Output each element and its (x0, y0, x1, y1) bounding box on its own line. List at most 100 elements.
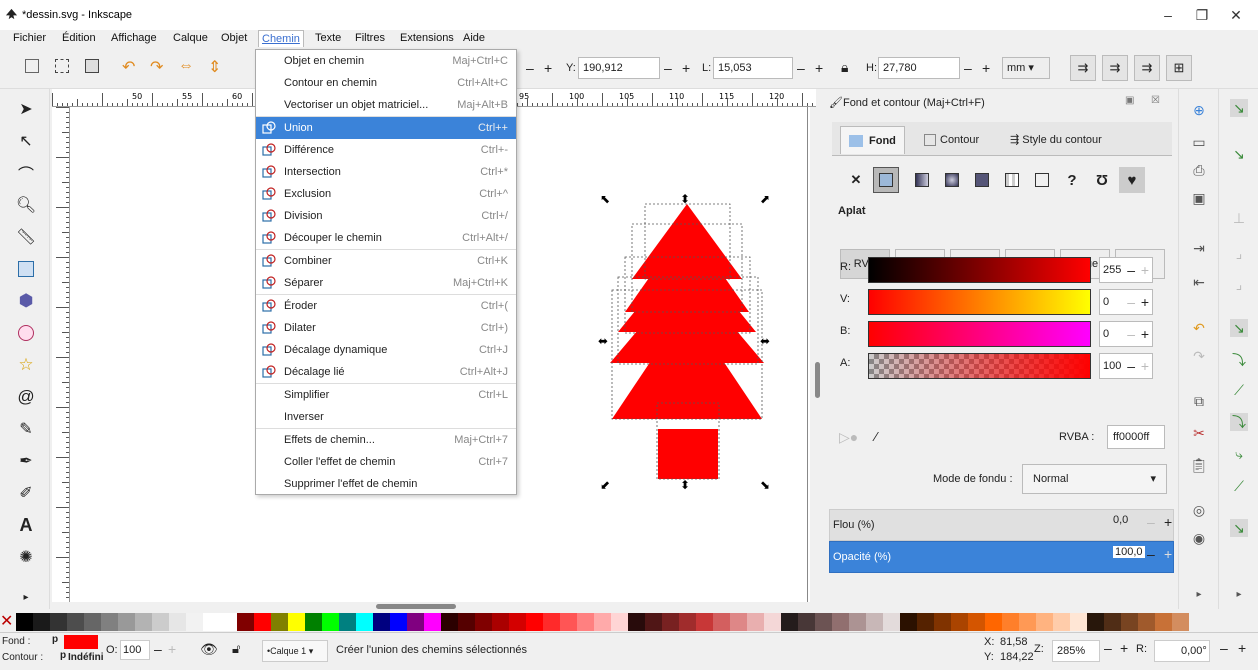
menu-affichage[interactable]: Affichage (111, 32, 157, 44)
flip-horizontal-icon[interactable]: ⇔ (178, 57, 194, 75)
minimize-button[interactable]: – (1158, 6, 1178, 24)
opacity-row[interactable]: Opacité (%) 100,0 – + (829, 541, 1174, 573)
green-slider[interactable] (868, 289, 1091, 315)
status-opacity-plus-button[interactable]: + (168, 641, 176, 657)
height-field[interactable]: 27,780 (878, 57, 960, 79)
open-icon[interactable]: ▭ (1190, 133, 1208, 151)
import-icon[interactable]: ⇥ (1190, 239, 1208, 257)
palette-swatch[interactable] (764, 613, 781, 631)
zoom-plus-button[interactable]: + (1120, 640, 1128, 656)
status-opacity-minus-button[interactable]: – (154, 641, 162, 657)
close-button[interactable]: ✕ (1226, 6, 1246, 24)
palette-swatch[interactable] (781, 613, 798, 631)
palette-swatch[interactable] (50, 613, 67, 631)
snap-bbox-icon[interactable]: ↘ (1230, 145, 1248, 163)
height-plus-button[interactable]: + (982, 57, 990, 79)
vertical-scroll-thumb[interactable] (815, 362, 820, 398)
swatch-icon[interactable] (1029, 167, 1055, 193)
palette-swatch[interactable] (441, 613, 458, 631)
path-menu-item[interactable]: Division Ctrl+/ (256, 205, 516, 227)
unset-paint-icon[interactable]: ? (1059, 167, 1085, 193)
palette-swatch[interactable] (560, 613, 577, 631)
mesh-gradient-icon[interactable] (969, 167, 995, 193)
y-field[interactable]: 190,912 (578, 57, 660, 79)
palette-swatch[interactable] (645, 613, 662, 631)
zoom-selection-icon[interactable]: ◎ (1190, 501, 1208, 519)
width-field[interactable]: 15,053 (713, 57, 793, 79)
toggle-visibility-icon[interactable]: 👁︎ (200, 641, 218, 658)
palette-swatch[interactable] (1019, 613, 1036, 631)
alpha-plus-button[interactable]: + (1141, 354, 1149, 378)
palette-swatch[interactable] (832, 613, 849, 631)
snap-bbox-edges-icon[interactable]: ⊥ (1230, 209, 1248, 227)
palette-swatch[interactable] (611, 613, 628, 631)
menu-aide[interactable]: Aide (463, 32, 485, 44)
calligraphy-tool-icon[interactable]: ✐ (14, 481, 38, 505)
palette-swatch[interactable] (101, 613, 118, 631)
more-tools-chevron-icon[interactable]: ▸ (14, 585, 38, 609)
menu-fichier[interactable]: Fichier (13, 32, 46, 44)
handle-top-right[interactable]: ⬈ (760, 192, 770, 206)
path-menu-item[interactable]: Séparer Maj+Ctrl+K (256, 272, 516, 294)
zoom-drawing-icon[interactable]: ◉ (1190, 529, 1208, 547)
rotate-cw-icon[interactable]: ↷ (150, 57, 163, 77)
lock-ratio-icon[interactable]: 🔒︎ (841, 59, 848, 76)
palette-swatch[interactable] (305, 613, 322, 631)
palette-swatch[interactable] (322, 613, 339, 631)
width-plus-button[interactable]: + (815, 57, 823, 79)
palette-swatch[interactable] (288, 613, 305, 631)
palette-swatch[interactable] (543, 613, 560, 631)
opacity-minus-button[interactable]: – (1147, 546, 1155, 562)
palette-swatch[interactable] (934, 613, 951, 631)
red-minus-button[interactable]: – (1127, 258, 1135, 282)
palette-swatch[interactable] (339, 613, 356, 631)
handle-top[interactable]: ⬍ (680, 192, 690, 206)
palette-swatch[interactable] (526, 613, 543, 631)
palette-swatch[interactable] (747, 613, 764, 631)
palette-swatch[interactable] (594, 613, 611, 631)
palette-swatch[interactable] (67, 613, 84, 631)
flip-vertical-icon[interactable]: ⇕ (208, 57, 221, 77)
new-document-icon[interactable]: ⊕ (1190, 101, 1208, 119)
scale-corners-icon[interactable]: ⇉ (1102, 55, 1128, 81)
path-menu-item[interactable]: Simplifier Ctrl+L (256, 384, 516, 406)
toggle-lock-icon[interactable]: 🔓︎ (232, 641, 240, 657)
palette-swatch[interactable] (1053, 613, 1070, 631)
zoom-minus-button[interactable]: – (1104, 640, 1112, 656)
tab-contour[interactable]: Contour (916, 126, 987, 154)
green-plus-button[interactable]: + (1141, 290, 1149, 314)
opacity-value[interactable]: 100,0 (1113, 546, 1145, 558)
fill-rule-evenodd-icon[interactable]: Ʊ (1089, 167, 1115, 193)
path-menu-item[interactable]: Combiner Ctrl+K (256, 250, 516, 272)
paste-icon[interactable]: 📋︎ (1190, 456, 1208, 474)
palette-swatch[interactable] (271, 613, 288, 631)
tab-style-contour[interactable]: ⇶ Style du contour (1002, 126, 1110, 154)
palette-swatch[interactable] (1087, 613, 1104, 631)
snap-smooth-nodes-icon[interactable]: ⤷ (1230, 445, 1248, 463)
palette-swatch[interactable] (968, 613, 985, 631)
blur-plus-button[interactable]: + (1164, 514, 1172, 530)
palette-swatch[interactable] (407, 613, 424, 631)
horizontal-scrollbar[interactable] (70, 602, 810, 612)
palette-swatch[interactable] (118, 613, 135, 631)
height-minus-button[interactable]: – (964, 57, 972, 79)
palette-swatch[interactable] (1070, 613, 1087, 631)
width-minus-button[interactable]: – (797, 57, 805, 79)
palette-swatch[interactable] (730, 613, 747, 631)
rotation-minus-button[interactable]: – (1220, 640, 1228, 656)
no-color-swatch-icon[interactable]: ✕ (0, 613, 16, 631)
palette-swatch[interactable] (169, 613, 186, 631)
snap-others-icon[interactable]: ↘ (1230, 519, 1248, 537)
zoom-tool-icon[interactable]: 🔍︎ (14, 193, 38, 217)
palette-swatch[interactable] (458, 613, 475, 631)
path-menu-item[interactable]: Objet en chemin Maj+Ctrl+C (256, 50, 516, 72)
blue-slider[interactable] (868, 321, 1091, 347)
more-snap-chevron-icon[interactable]: ▸ (1230, 585, 1248, 603)
palette-swatch[interactable] (951, 613, 968, 631)
blend-mode-select[interactable]: Normal ▾ (1022, 464, 1167, 494)
x-plus-button[interactable]: + (544, 57, 552, 79)
blue-value-field[interactable]: 0 – + (1099, 321, 1153, 347)
linear-gradient-icon[interactable] (909, 167, 935, 193)
path-menu-item[interactable]: Exclusion Ctrl+^ (256, 183, 516, 205)
select-all-layers-icon[interactable] (55, 59, 69, 73)
